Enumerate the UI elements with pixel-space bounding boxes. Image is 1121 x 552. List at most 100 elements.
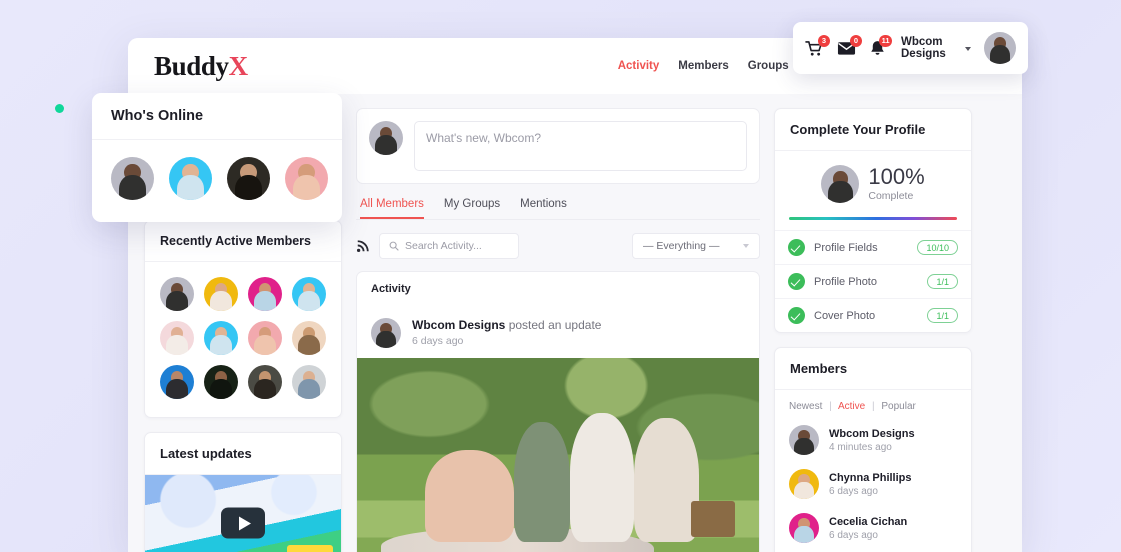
profile-progress-bar: [789, 217, 957, 220]
members-filter-active[interactable]: Active: [838, 401, 865, 412]
check-icon: [788, 307, 805, 324]
video-thumbnail[interactable]: [145, 475, 341, 552]
members-title: Members: [775, 348, 971, 390]
check-icon: [788, 239, 805, 256]
activity-post: Wbcom Designs posted an update 6 days ag…: [356, 306, 760, 552]
chevron-down-icon[interactable]: [965, 47, 971, 51]
post-author[interactable]: Wbcom Designs: [412, 318, 505, 332]
avatar[interactable]: [204, 277, 238, 311]
member-list-item[interactable]: Wbcom Designs 4 minutes ago: [775, 418, 971, 462]
post-timestamp: 6 days ago: [412, 335, 464, 347]
nav-item-activity[interactable]: Activity: [618, 60, 660, 72]
nav-label: Groups: [747, 60, 789, 72]
avatar[interactable]: [371, 318, 401, 348]
feed-filter-row: Search Activity... — Everything —: [356, 220, 760, 271]
nav-label: Members: [678, 60, 729, 72]
avatar[interactable]: [984, 32, 1016, 64]
post-action: posted an update: [508, 318, 602, 332]
member-list-item[interactable]: Cecelia Cichan 6 days ago: [775, 506, 971, 550]
check-icon: [788, 273, 805, 290]
photo-element: [634, 417, 699, 542]
avatar[interactable]: [285, 157, 328, 200]
avatar[interactable]: [248, 277, 282, 311]
avatar[interactable]: [111, 157, 154, 200]
avatar[interactable]: [160, 321, 194, 355]
profile-row-label: Profile Photo: [814, 275, 877, 288]
site-logo[interactable]: BuddyX: [154, 51, 248, 82]
user-menu-label[interactable]: Wbcom Designs: [901, 36, 952, 60]
avatar[interactable]: [227, 157, 270, 200]
rss-icon[interactable]: [356, 239, 370, 253]
avatar[interactable]: [292, 365, 326, 399]
nav-item-members[interactable]: Members: [678, 60, 729, 72]
avatar[interactable]: [160, 365, 194, 399]
whos-online-card: Who's Online: [92, 93, 342, 222]
member-time: 6 days ago: [829, 485, 878, 497]
complete-profile-card: Complete Your Profile 100% Complete Prof…: [774, 108, 972, 333]
avatar[interactable]: [204, 321, 238, 355]
member-time: 6 days ago: [829, 529, 878, 541]
recently-active-avatar-grid: [145, 262, 341, 417]
members-filter-row: Newest | Active | Popular: [775, 390, 971, 418]
avatar: [789, 425, 819, 455]
latest-updates-title: Latest updates: [145, 433, 341, 475]
complete-profile-title: Complete Your Profile: [775, 109, 971, 151]
post-meta: Wbcom Designs posted an update 6 days ag…: [357, 306, 759, 358]
avatar[interactable]: [292, 277, 326, 311]
member-list-item[interactable]: Chynna Phillips 6 days ago: [775, 462, 971, 506]
post-author-line: Wbcom Designs posted an update: [412, 318, 601, 332]
avatar[interactable]: [248, 321, 282, 355]
tab-my-groups[interactable]: My Groups: [444, 198, 500, 219]
profile-row-count: 1/1: [927, 274, 958, 289]
illustration-shape: [287, 545, 333, 552]
member-name: Wbcom Designs: [829, 427, 915, 440]
user-toolbar: 3 0 11 Wbcom Designs: [793, 22, 1028, 74]
avatar[interactable]: [204, 365, 238, 399]
activity-feed-column: What's new, Wbcom? All Members My Groups…: [356, 108, 760, 552]
post-image[interactable]: [357, 358, 759, 552]
profile-row-label: Profile Fields: [814, 241, 878, 254]
members-filter-popular[interactable]: Popular: [881, 401, 915, 412]
filter-separator: |: [829, 401, 832, 412]
post-input[interactable]: What's new, Wbcom?: [414, 121, 747, 171]
notifications-button[interactable]: 11: [869, 34, 892, 57]
tab-mentions[interactable]: Mentions: [520, 198, 567, 219]
nav-label: Activity: [617, 60, 660, 72]
search-placeholder: Search Activity...: [405, 240, 482, 252]
whos-online-title: Who's Online: [92, 93, 342, 140]
avatar: [369, 121, 403, 155]
cart-badge: 3: [818, 34, 830, 47]
members-filter-newest[interactable]: Newest: [789, 401, 822, 412]
decorative-green-dot: [55, 104, 64, 113]
profile-row-label: Cover Photo: [814, 309, 876, 322]
search-activity-input[interactable]: Search Activity...: [379, 233, 519, 259]
cart-button[interactable]: 3: [805, 34, 830, 57]
photo-element: [570, 413, 635, 542]
play-icon[interactable]: [221, 507, 265, 539]
member-time: 4 minutes ago: [829, 441, 892, 453]
whos-online-avatars: [92, 140, 342, 222]
chevron-down-icon: [743, 244, 749, 248]
avatar[interactable]: [292, 321, 326, 355]
avatar: [821, 165, 860, 203]
avatar[interactable]: [169, 157, 212, 200]
avatar: [789, 513, 819, 543]
logo-text: Buddy: [154, 50, 229, 81]
notifications-badge: 11: [879, 34, 892, 47]
profile-row-cover[interactable]: Cover Photo 1/1: [775, 298, 971, 332]
photo-element: [425, 450, 514, 542]
nav-item-groups[interactable]: Groups: [748, 60, 789, 72]
avatar[interactable]: [160, 277, 194, 311]
profile-row-fields[interactable]: Profile Fields 10/10: [775, 230, 971, 264]
tab-all-members[interactable]: All Members: [360, 198, 424, 219]
dropdown-value: — Everything —: [643, 240, 720, 252]
member-name: Cecelia Cichan: [829, 515, 908, 528]
everything-dropdown[interactable]: — Everything —: [632, 233, 760, 259]
messages-badge: 0: [850, 34, 862, 47]
avatar[interactable]: [248, 365, 282, 399]
messages-button[interactable]: 0: [837, 34, 862, 57]
profile-row-count: 1/1: [927, 308, 958, 323]
photo-element: [690, 500, 735, 538]
profile-row-photo[interactable]: Profile Photo 1/1: [775, 264, 971, 298]
filter-separator: |: [872, 401, 875, 412]
